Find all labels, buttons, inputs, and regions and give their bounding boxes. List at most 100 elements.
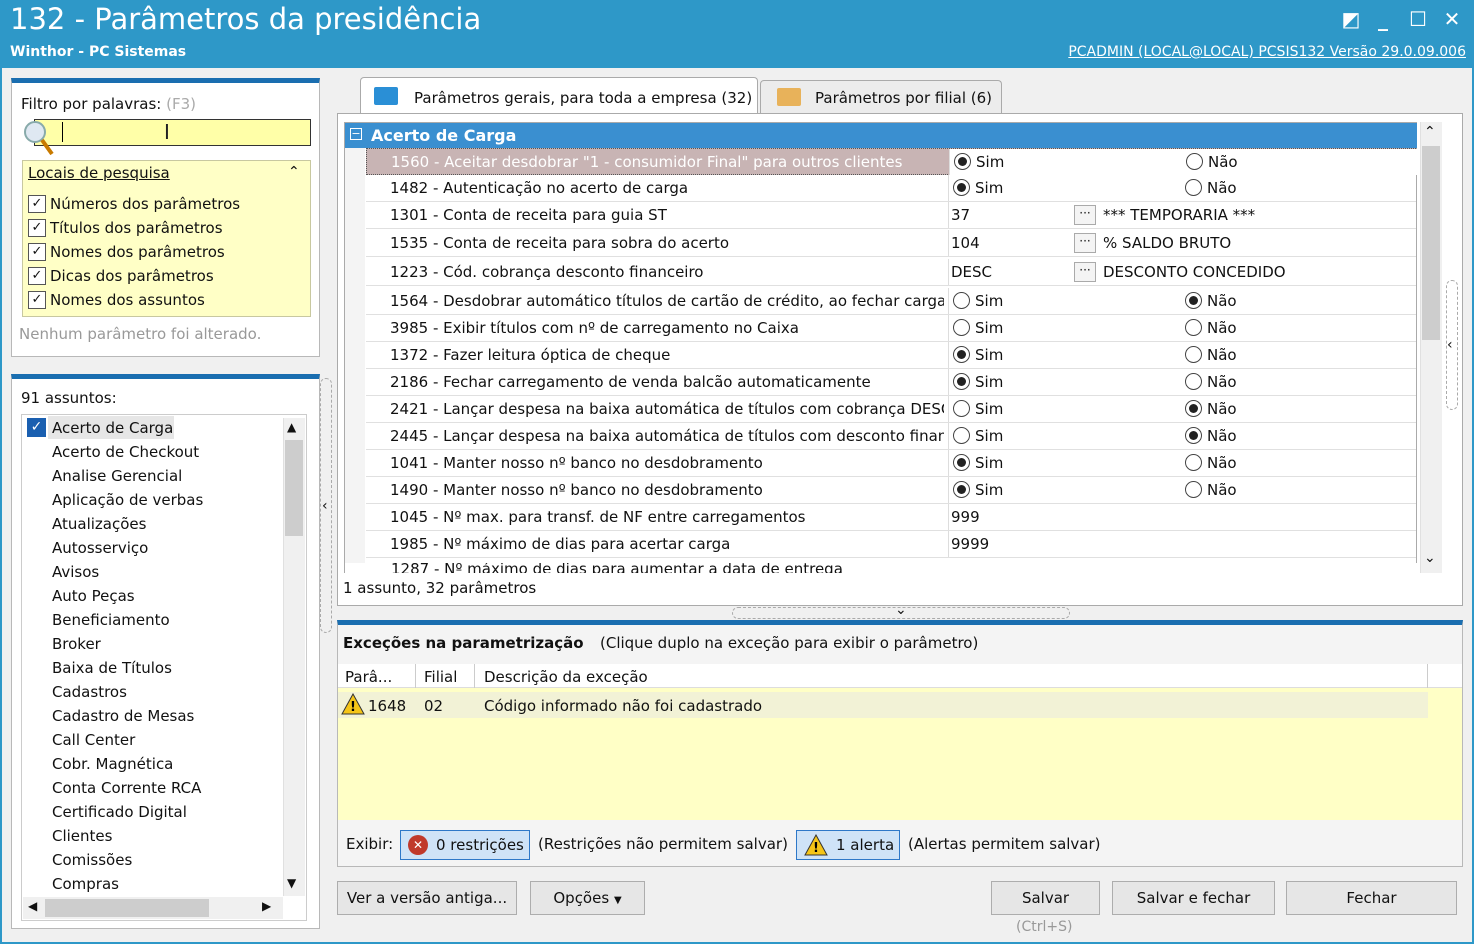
checkbox-subjects[interactable]: ✓ (28, 291, 46, 309)
subject-item[interactable]: Cobr. Magnética (52, 755, 173, 773)
subject-item[interactable]: Atualizações (52, 515, 146, 533)
options-button[interactable]: Opções ▼ (530, 881, 645, 915)
radio-no[interactable] (1185, 400, 1202, 417)
checkbox-titles[interactable]: ✓ (28, 219, 46, 237)
radio-yes[interactable] (953, 346, 970, 363)
radio-no[interactable] (1185, 427, 1202, 444)
radio-no[interactable] (1185, 292, 1202, 309)
restore-icon[interactable]: ◩ (1338, 6, 1364, 32)
lookup-button[interactable]: ··· (1074, 233, 1096, 253)
param-row[interactable]: 1045 - Nº max. para transf. de NF entre … (366, 504, 1416, 531)
params-vscroll-thumb[interactable] (1422, 146, 1440, 340)
save-close-button[interactable]: Salvar e fechar (1112, 881, 1275, 915)
scroll-left-icon[interactable]: ◀ (28, 899, 37, 913)
checkbox-numbers[interactable]: ✓ (28, 195, 46, 213)
subject-item[interactable]: Broker (52, 635, 101, 653)
subject-item[interactable]: Comissões (52, 851, 132, 869)
param-value-cell[interactable]: Sim Não (948, 315, 1416, 341)
subject-item[interactable]: Aplicação de verbas (52, 491, 203, 509)
lookup-button[interactable]: ··· (1074, 262, 1096, 282)
col-desc[interactable]: Descrição da exceção (484, 668, 648, 686)
radio-yes[interactable] (953, 427, 970, 444)
param-row[interactable]: 1535 - Conta de receita para sobra do ac… (366, 230, 1416, 257)
col-filial[interactable]: Filial (424, 668, 457, 686)
old-version-button[interactable]: Ver a versão antiga... (337, 881, 517, 915)
subject-item[interactable]: Autosserviço (52, 539, 148, 557)
param-value-cell[interactable]: 9999 (948, 531, 1416, 557)
param-value-cell[interactable]: Sim Não (948, 369, 1416, 395)
param-value-cell[interactable]: Sim Não (948, 288, 1416, 314)
radio-no[interactable] (1185, 481, 1202, 498)
param-value-cell[interactable]: Sim Não (948, 423, 1416, 449)
subjects-vscroll-thumb[interactable] (285, 440, 303, 536)
subject-item[interactable]: Acerto de Checkout (52, 443, 199, 461)
scroll-up-icon[interactable]: ▲ (287, 420, 296, 434)
checkbox-names[interactable]: ✓ (28, 243, 46, 261)
param-value-cell[interactable]: Sim Não (948, 175, 1416, 201)
save-button[interactable]: Salvar (991, 881, 1100, 915)
param-value-cell[interactable]: Sim Não (948, 396, 1416, 422)
subject-checkbox[interactable]: ✓ (27, 418, 46, 437)
subject-item[interactable]: Certificado Digital (52, 803, 187, 821)
subject-item[interactable]: Cadastro de Mesas (52, 707, 194, 725)
splitter-collapse-icon[interactable]: ‹ (322, 498, 328, 514)
param-value-cell[interactable]: Sim Não (948, 450, 1416, 476)
subject-item[interactable]: Analise Gerencial (52, 467, 182, 485)
scroll-right-icon[interactable]: ▶ (262, 899, 271, 913)
close-button[interactable]: Fechar (1286, 881, 1457, 915)
param-value-cell[interactable]: Sim Não (949, 149, 1417, 175)
param-row[interactable]: 1490 - Manter nosso nº banco no desdobra… (366, 477, 1416, 504)
subject-item[interactable]: Auto Peças (52, 587, 135, 605)
radio-no[interactable] (1185, 373, 1202, 390)
radio-no[interactable] (1185, 346, 1202, 363)
subject-item[interactable]: Clientes (52, 827, 112, 845)
radio-yes[interactable] (953, 400, 970, 417)
subject-item[interactable]: Conta Corrente RCA (52, 779, 201, 797)
subject-item[interactable]: Acerto de Carga (52, 419, 173, 437)
radio-yes[interactable] (953, 481, 970, 498)
close-icon[interactable]: ✕ (1439, 6, 1465, 32)
param-row[interactable]: 1482 - Autenticação no acerto de carga Si… (366, 175, 1416, 202)
collapse-group-icon[interactable]: − (350, 128, 362, 140)
subjects-hscroll-thumb[interactable] (45, 899, 209, 917)
scroll-down-icon[interactable]: ▼ (287, 876, 296, 890)
param-value-cell[interactable]: Sim Não (948, 342, 1416, 368)
radio-yes[interactable] (953, 292, 970, 309)
param-value-cell[interactable]: 999 (948, 504, 1416, 530)
param-value-cell[interactable]: 104 ··· % SALDO BRUTO (948, 230, 1416, 256)
param-row[interactable]: 1560 - Aceitar desdobrar "1 - consumidor… (366, 148, 1417, 175)
lookup-button[interactable]: ··· (1074, 205, 1096, 225)
col-param[interactable]: Parâ... (345, 668, 392, 686)
filter-input[interactable] (34, 119, 311, 146)
param-row[interactable]: 3985 - Exibir títulos com nº de carregam… (366, 315, 1416, 342)
param-value-cell[interactable]: Sim Não (948, 477, 1416, 503)
scroll-up-icon[interactable]: ⌃ (1424, 124, 1436, 140)
subject-item[interactable]: Compras (52, 875, 119, 893)
radio-no[interactable] (1185, 319, 1202, 336)
radio-yes[interactable] (954, 153, 971, 170)
splitter-collapse-down-icon[interactable]: ⌄ (895, 602, 907, 618)
radio-no[interactable] (1185, 454, 1202, 471)
minimize-icon[interactable]: _ (1370, 6, 1396, 32)
param-row[interactable]: 1372 - Fazer leitura óptica de cheque Sim… (366, 342, 1416, 369)
subject-item[interactable]: Beneficiamento (52, 611, 170, 629)
radio-yes[interactable] (953, 179, 970, 196)
radio-yes[interactable] (953, 454, 970, 471)
subject-item[interactable]: Call Center (52, 731, 135, 749)
radio-yes[interactable] (953, 319, 970, 336)
subject-item[interactable]: Avisos (52, 563, 99, 581)
param-row[interactable]: 1301 - Conta de receita para guia ST 37 ··… (366, 202, 1416, 229)
subject-item[interactable]: Cadastros (52, 683, 127, 701)
param-value-cell[interactable]: DESC ··· DESCONTO CONCEDIDO (948, 259, 1416, 285)
param-row[interactable]: 2445 - Lançar despesa na baixa automátic… (366, 423, 1416, 450)
radio-yes[interactable] (953, 373, 970, 390)
checkbox-hints[interactable]: ✓ (28, 267, 46, 285)
maximize-icon[interactable]: ☐ (1405, 6, 1431, 32)
param-row[interactable]: 1985 - Nº máximo de dias para acertar ca… (366, 531, 1416, 558)
scroll-down-icon[interactable]: ⌄ (1424, 550, 1436, 566)
param-row[interactable]: 2186 - Fechar carregamento de venda balc… (366, 369, 1416, 396)
param-row[interactable]: 2421 - Lançar despesa na baixa automátic… (366, 396, 1416, 423)
param-row[interactable]: 1564 - Desdobrar automático títulos de c… (366, 288, 1416, 315)
param-row[interactable]: 1041 - Manter nosso nº banco no desdobra… (366, 450, 1416, 477)
param-row[interactable]: 1223 - Cód. cobrança desconto financeiro… (366, 259, 1416, 286)
